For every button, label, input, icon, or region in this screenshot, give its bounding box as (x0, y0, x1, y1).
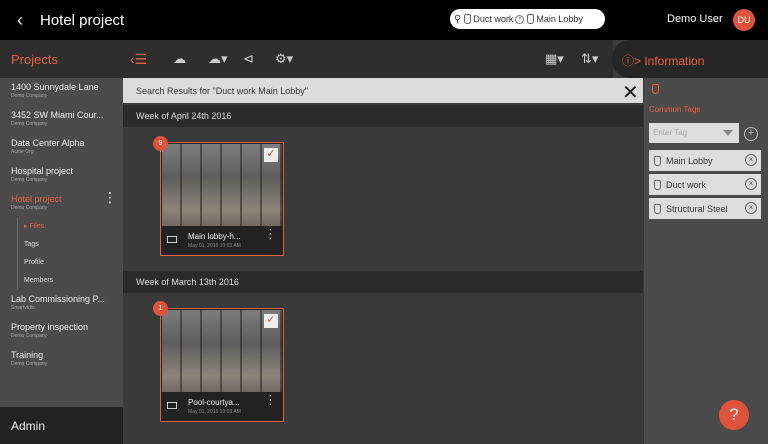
tag-item: Main Lobby × (649, 150, 761, 171)
checkbox[interactable]: ✓ (264, 314, 278, 328)
gear-icon[interactable]: ⚙▾ (275, 51, 293, 67)
info-panel-header[interactable]: ⓘ> Information (612, 40, 768, 78)
enter-tag-dropdown[interactable]: Enter Tag (649, 123, 739, 143)
more-icon[interactable]: ⋮ (264, 393, 277, 406)
file-name: Main lobby-h... (188, 232, 241, 241)
week-header: Week of March 13th 2016 (123, 271, 643, 293)
tag-icon (654, 203, 661, 214)
file-name: Pool-courtya... (188, 398, 240, 407)
remove-chip-icon[interactable]: × (515, 14, 525, 24)
user-name[interactable]: Demo User (667, 13, 723, 25)
tag-item: Duct work × (649, 174, 761, 195)
count-badge: 9 (153, 136, 168, 151)
search-bar[interactable]: ⚲ Duct work × Main Lobby (450, 9, 605, 29)
video-icon (167, 236, 177, 243)
search-chip[interactable]: Duct work × (464, 14, 525, 24)
week-header: Week of April 24th 2016 (123, 105, 643, 127)
grid-view-icon[interactable]: ▦▾ (545, 51, 564, 67)
chevron-down-icon (723, 130, 733, 136)
count-badge: 1 (153, 301, 168, 316)
project-item[interactable]: Training Demo Company (0, 346, 123, 374)
file-date: May 01, 2016 10:03 AM (188, 243, 241, 249)
share-icon[interactable]: ⊲ (243, 51, 254, 67)
more-icon[interactable]: ⋮ (264, 227, 277, 240)
upload-icon[interactable]: ☁ (173, 51, 186, 67)
checkbox[interactable]: ✓ (264, 148, 278, 162)
project-item[interactable]: 1400 Sunnydale Lane Demo Company (0, 78, 123, 106)
subnav-members[interactable]: Members (18, 272, 123, 290)
file-date: May 01, 2016 10:03 AM (188, 409, 241, 415)
add-tag-button[interactable]: + (744, 127, 758, 141)
remove-tag-icon[interactable]: × (745, 178, 757, 190)
tag-icon (654, 155, 661, 166)
tag-icon (652, 84, 659, 94)
help-button[interactable]: ? (719, 400, 749, 430)
tag-icon (464, 14, 472, 24)
tag-icon (654, 179, 661, 190)
tag-icon (527, 14, 535, 24)
projects-sidebar: Projects 1400 Sunnydale Lane Demo Company… (0, 40, 123, 444)
thumbnail[interactable]: ✓ (162, 310, 282, 392)
project-subnav: ▸ Files Tags Profile Members (17, 218, 123, 290)
search-chip[interactable]: Main Lobby (527, 14, 583, 24)
project-item[interactable]: Property inspection Demo Company (0, 318, 123, 346)
close-icon[interactable]: ✕ (622, 80, 639, 105)
collapse-sidebar-icon[interactable]: ‹☰ (130, 40, 155, 78)
search-results-label: Search Results for "Duct work Main Lobby… (123, 78, 643, 103)
page-title: Hotel project (40, 11, 125, 29)
tag-item: Structural Steel × (649, 198, 761, 219)
sort-icon[interactable]: ⇅▾ (581, 51, 598, 67)
subnav-files[interactable]: ▸ Files (18, 218, 123, 236)
remove-tag-icon[interactable]: × (745, 154, 757, 166)
project-item[interactable]: Data Center Alpha Acme Org (0, 134, 123, 162)
video-icon (167, 402, 177, 409)
subnav-profile[interactable]: Profile (18, 254, 123, 272)
avatar[interactable]: DU (733, 9, 755, 31)
remove-tag-icon[interactable]: × (745, 202, 757, 214)
project-item[interactable]: 3452 SW Miami Cour... Demo Company (0, 106, 123, 134)
common-tags-label: Common Tags (649, 105, 701, 114)
toolbar: ☁ ☁▾ ⊲ ⚙▾ ▦▾ ⇅▾ (123, 40, 613, 78)
media-card[interactable]: ✓ Main lobby-h... May 01, 2016 10:03 AM … (160, 142, 284, 256)
thumbnail[interactable]: ✓ (162, 144, 282, 226)
top-bar: ‹ Hotel project (0, 0, 768, 40)
download-icon[interactable]: ☁▾ (208, 51, 228, 67)
media-card[interactable]: ✓ Pool-courtya... May 01, 2016 10:03 AM … (160, 308, 284, 422)
project-item[interactable]: Hospital project Demo Company (0, 162, 123, 190)
search-icon: ⚲ (454, 13, 462, 25)
project-item-active[interactable]: Hotel project Demo Company ⋮ (0, 190, 123, 218)
project-item[interactable]: Lab Commissioning P... Smartvidio (0, 290, 123, 318)
more-icon[interactable]: ⋮ (103, 190, 117, 204)
subnav-tags[interactable]: Tags (18, 236, 123, 254)
admin-link[interactable]: Admin (0, 407, 123, 444)
sidebar-heading: Projects (0, 40, 123, 78)
back-button[interactable]: ‹ (0, 10, 40, 31)
